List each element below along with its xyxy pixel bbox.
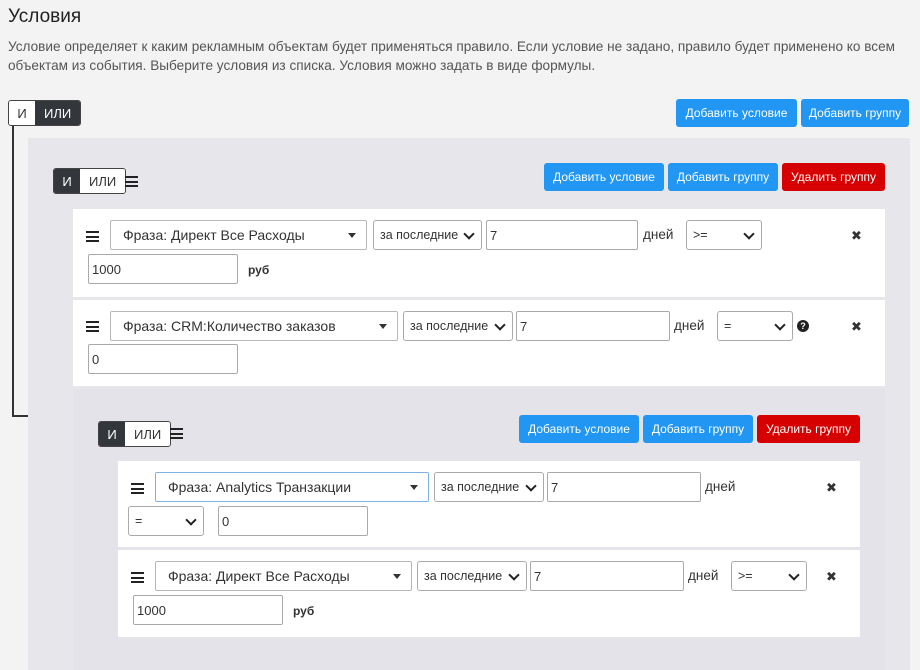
tree-line	[12, 124, 14, 416]
group-logic-toggle: И ИЛИ	[98, 421, 172, 447]
operator-select[interactable]: >=	[686, 220, 762, 250]
phrase-select[interactable]: Фраза: CRM:Количество заказов	[110, 311, 398, 341]
remove-condition-icon[interactable]: ✖	[826, 569, 837, 585]
days-input[interactable]: 7	[530, 561, 684, 591]
drag-handle-icon[interactable]	[131, 572, 144, 583]
days-label: дней	[643, 227, 674, 242]
add-condition-button[interactable]: Добавить условие	[544, 163, 664, 191]
period-value: за последние	[424, 569, 503, 583]
remove-condition-icon[interactable]: ✖	[851, 319, 862, 335]
period-select[interactable]: за последние	[417, 561, 527, 591]
add-condition-button[interactable]: Добавить условие	[676, 99, 797, 127]
operator-value: >=	[693, 228, 708, 242]
period-value: за последние	[380, 228, 459, 242]
days-label: дней	[674, 318, 705, 333]
operator-value: >=	[738, 569, 753, 583]
remove-condition-icon[interactable]: ✖	[851, 228, 862, 244]
period-select[interactable]: за последние	[373, 220, 482, 250]
days-input[interactable]: 7	[486, 220, 638, 250]
or-option[interactable]: ИЛИ	[35, 101, 81, 125]
or-option[interactable]: ИЛИ	[125, 422, 171, 446]
operator-select[interactable]: >=	[731, 561, 807, 591]
drag-handle-icon[interactable]	[86, 231, 99, 242]
value-input[interactable]: 0	[88, 344, 238, 374]
and-option[interactable]: И	[54, 169, 80, 193]
drag-handle-icon[interactable]	[86, 321, 99, 332]
days-input[interactable]: 7	[547, 472, 701, 502]
phrase-select[interactable]: Фраза: Директ Все Расходы	[110, 220, 367, 250]
phrase-value: Фраза: Директ Все Расходы	[168, 568, 350, 584]
or-option[interactable]: ИЛИ	[80, 169, 126, 193]
period-select[interactable]: за последние	[434, 472, 544, 502]
and-option[interactable]: И	[99, 422, 125, 446]
unit-label: руб	[293, 604, 315, 618]
period-value: за последние	[441, 480, 520, 494]
operator-value: =	[724, 319, 732, 333]
phrase-select[interactable]: Фраза: Директ Все Расходы	[155, 561, 412, 591]
add-group-button[interactable]: Добавить группу	[643, 415, 753, 443]
operator-select[interactable]: =	[128, 506, 204, 536]
group-logic-toggle: И ИЛИ	[53, 168, 127, 194]
page-title: Условия	[8, 6, 82, 27]
drag-handle-icon[interactable]	[131, 483, 144, 494]
days-input[interactable]: 7	[516, 311, 670, 341]
and-option[interactable]: И	[9, 101, 35, 125]
delete-group-button[interactable]: Удалить группу	[757, 415, 860, 443]
value-input[interactable]: 1000	[133, 595, 283, 625]
add-condition-button[interactable]: Добавить условие	[519, 415, 639, 443]
operator-value: =	[135, 514, 143, 528]
days-label: дней	[688, 568, 719, 583]
value-input[interactable]: 0	[218, 506, 368, 536]
phrase-value: Фраза: Analytics Транзакции	[168, 479, 352, 495]
period-value: за последние	[410, 319, 489, 333]
unit-label: руб	[248, 263, 270, 277]
phrase-select[interactable]: Фраза: Analytics Транзакции	[155, 472, 429, 502]
operator-select[interactable]: =	[717, 311, 793, 341]
period-select[interactable]: за последние	[403, 311, 513, 341]
value-input[interactable]: 1000	[88, 254, 238, 284]
root-logic-toggle: И ИЛИ	[8, 100, 82, 126]
help-icon[interactable]: ?	[797, 320, 809, 332]
add-group-button[interactable]: Добавить группу	[668, 163, 778, 191]
page-description: Условие определяет к каким рекламным объ…	[8, 39, 896, 73]
phrase-value: Фраза: CRM:Количество заказов	[123, 318, 336, 334]
drag-handle-icon[interactable]	[125, 176, 138, 187]
remove-condition-icon[interactable]: ✖	[826, 480, 837, 496]
drag-handle-icon[interactable]	[170, 428, 183, 439]
phrase-value: Фраза: Директ Все Расходы	[123, 227, 305, 243]
tree-line	[12, 415, 28, 417]
delete-group-button[interactable]: Удалить группу	[782, 163, 885, 191]
add-group-button[interactable]: Добавить группу	[801, 99, 909, 127]
days-label: дней	[705, 479, 736, 494]
